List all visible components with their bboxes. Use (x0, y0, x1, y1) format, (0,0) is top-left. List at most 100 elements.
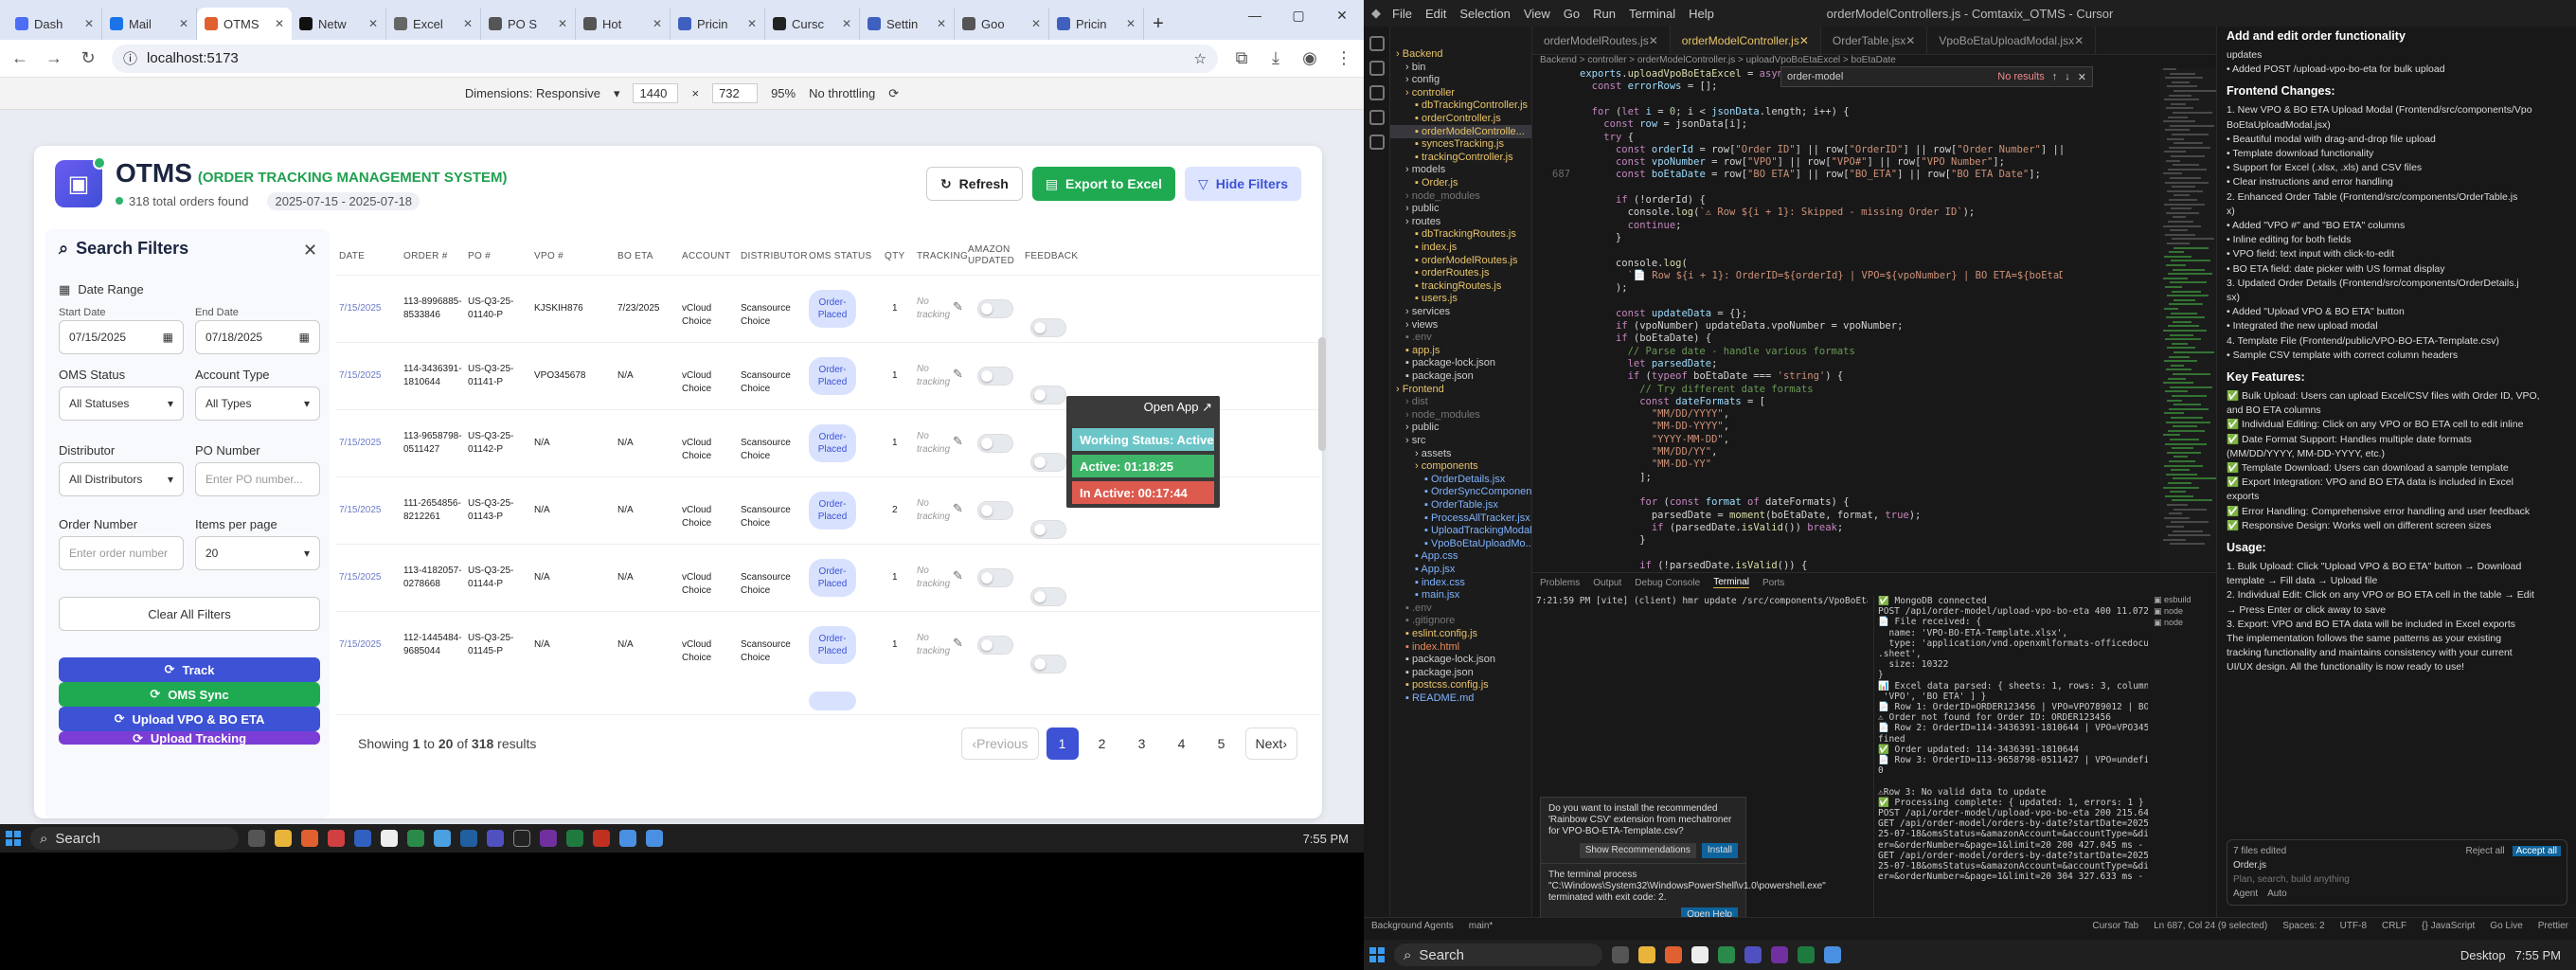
edit-tracking-icon[interactable]: ✎ (953, 502, 963, 515)
task-view-icon[interactable] (248, 830, 265, 847)
panel-tab-problems[interactable]: Problems (1540, 578, 1580, 588)
close-tab-icon[interactable]: ✕ (558, 17, 567, 30)
find-input[interactable]: order-model (1787, 71, 1843, 82)
explorer-item[interactable]: › node_modules (1390, 189, 1480, 203)
app-icon[interactable] (1691, 946, 1708, 963)
browser-tab[interactable]: OTMS ✕ (197, 8, 292, 40)
editor-tab[interactable]: VpoBoEtaUploadModal.jsx ✕ (1927, 27, 2097, 54)
action-button-upload-tracking[interactable]: ⟳ Upload Tracking (59, 731, 320, 745)
status-item[interactable]: {} JavaScript (2422, 921, 2475, 931)
status-item[interactable]: Go Live (2490, 921, 2522, 931)
reload-icon[interactable]: ↻ (78, 48, 98, 68)
app-icon[interactable] (354, 830, 371, 847)
explorer-item[interactable]: ▪ syncesTracking.js (1390, 137, 1504, 151)
explorer-item[interactable]: ▪ App.css (1390, 549, 1458, 563)
close-tab-icon[interactable]: ✕ (653, 17, 662, 30)
file-explorer-icon[interactable] (1638, 946, 1655, 963)
explorer-icon[interactable] (1369, 36, 1385, 51)
explorer-item[interactable]: ▪ eslint.config.js (1390, 627, 1477, 640)
close-tab-icon[interactable]: ✕ (937, 17, 946, 30)
status-item[interactable]: Cursor Tab (2092, 921, 2138, 931)
explorer-item[interactable]: ▪ trackingRoutes.js (1390, 279, 1501, 293)
close-tab-icon[interactable]: ✕ (179, 17, 188, 30)
menu-terminal[interactable]: Terminal (1629, 7, 1675, 21)
edit-tracking-icon[interactable]: ✎ (953, 569, 963, 583)
hide-filters-button[interactable]: ▽ Hide Filters (1184, 167, 1301, 201)
edit-tracking-icon[interactable]: ✎ (953, 435, 963, 448)
browser-tab[interactable]: Pricin ✕ (1049, 8, 1144, 40)
explorer-item[interactable]: › Backend (1390, 47, 1443, 61)
menu-edit[interactable]: Edit (1425, 7, 1446, 21)
close-filters-icon[interactable]: ✕ (303, 241, 317, 260)
taskbar-clock[interactable]: 7:55 PM (1303, 832, 1358, 846)
explorer-item[interactable]: › views (1390, 318, 1438, 332)
profile-icon[interactable]: ◉ (1299, 48, 1320, 68)
action-button-track[interactable]: ⟳ Track (59, 657, 320, 682)
explorer-item[interactable]: › assets (1390, 447, 1452, 460)
forward-icon[interactable]: → (44, 48, 64, 68)
explorer-item[interactable]: ▪ main.jsx (1390, 588, 1459, 602)
cell-bo[interactable]: N/A (617, 369, 676, 383)
explorer-item[interactable]: ▪ VpoBoEtaUploadMo... (1390, 537, 1531, 550)
close-window-button[interactable]: ✕ (1320, 0, 1364, 30)
show-recommendations-button[interactable]: Show Recommendations (1579, 843, 1696, 858)
open-app-link[interactable]: Open App ↗ (1144, 400, 1212, 415)
explorer-item[interactable]: ▪ OrderDetails.jsx (1390, 473, 1505, 486)
page-button-5[interactable]: 5 (1206, 728, 1238, 760)
menu-go[interactable]: Go (1564, 7, 1580, 21)
browser-tab[interactable]: Pricin ✕ (671, 8, 765, 40)
menu-help[interactable]: Help (1689, 7, 1714, 21)
explorer-item[interactable]: › public (1390, 421, 1439, 434)
app-icon[interactable] (407, 830, 424, 847)
explorer-item[interactable]: › dist (1390, 395, 1428, 408)
explorer-item[interactable]: ▪ README.md (1390, 692, 1474, 705)
explorer-item[interactable]: ▪ trackingController.js (1390, 151, 1513, 164)
browser-tab[interactable]: Excel ✕ (386, 8, 481, 40)
export-excel-button[interactable]: ▤ Export to Excel (1031, 167, 1175, 201)
status-item[interactable]: UTF-8 (2340, 921, 2367, 931)
amazon-updated-toggle[interactable] (977, 501, 1013, 520)
feedback-toggle[interactable] (1030, 520, 1066, 539)
menu-view[interactable]: View (1524, 7, 1550, 21)
explorer-item[interactable]: › controller (1390, 86, 1455, 99)
browser-tab[interactable]: Netw ✕ (292, 8, 386, 40)
browser-tab[interactable]: Goo ✕ (955, 8, 1049, 40)
taskbar-clock[interactable]: 7:55 PM (2515, 948, 2570, 962)
windows-start-icon[interactable] (1369, 947, 1385, 962)
explorer-item[interactable]: ▪ ProcessAllTracker.jsx (1390, 512, 1530, 525)
explorer-item[interactable]: › models (1390, 163, 1445, 176)
status-item[interactable]: Spaces: 2 (2282, 921, 2324, 931)
chat-input[interactable]: Plan, search, build anything (2233, 874, 2561, 885)
page-button-4[interactable]: 4 (1166, 728, 1198, 760)
terminal-list-item[interactable]: ▣ esbuild (2154, 594, 2216, 605)
explorer-item[interactable]: ▪ package.json (1390, 666, 1474, 679)
file-explorer-icon[interactable] (275, 830, 292, 847)
status-item[interactable]: CRLF (2382, 921, 2406, 931)
extensions-icon[interactable]: ⧉ (1231, 48, 1252, 68)
close-tab-icon[interactable]: ✕ (747, 17, 757, 30)
close-tab-icon[interactable]: ✕ (84, 17, 94, 30)
close-icon[interactable]: ✕ (2074, 34, 2084, 47)
app-icon[interactable] (434, 830, 451, 847)
explorer-item[interactable]: ▪ index.js (1390, 241, 1457, 254)
menu-icon[interactable]: ⋮ (1333, 48, 1354, 68)
download-icon[interactable]: ⤓ (1265, 48, 1286, 68)
explorer-item[interactable]: ▪ UploadTrackingModal.jsx (1390, 524, 1531, 537)
explorer-item[interactable]: ▪ index.html (1390, 640, 1459, 654)
menu-selection[interactable]: Selection (1459, 7, 1510, 21)
browser-tab[interactable]: Hot ✕ (576, 8, 671, 40)
items-per-page-select[interactable]: 20 ▾ (195, 536, 320, 570)
explorer-item[interactable]: ▪ orderController.js (1390, 112, 1501, 125)
cell-vpo[interactable]: KJSKIH876 (534, 302, 612, 315)
account-type-select[interactable]: All Types ▾ (195, 386, 320, 421)
previous-button[interactable]: ‹ Previous (961, 727, 1039, 760)
editor-tab[interactable]: OrderTable.jsx ✕ (1821, 27, 1928, 54)
extensions-icon[interactable] (1369, 135, 1385, 150)
arrow-up-icon[interactable]: ↑ (2052, 71, 2058, 82)
cell-bo[interactable]: N/A (617, 437, 676, 450)
status-item[interactable]: Prettier (2538, 921, 2568, 931)
browser-tab[interactable]: Mail ✕ (102, 8, 197, 40)
amazon-updated-toggle[interactable] (977, 636, 1013, 655)
explorer-item[interactable]: ▪ Order.js (1390, 176, 1458, 189)
menu-run[interactable]: Run (1593, 7, 1616, 21)
